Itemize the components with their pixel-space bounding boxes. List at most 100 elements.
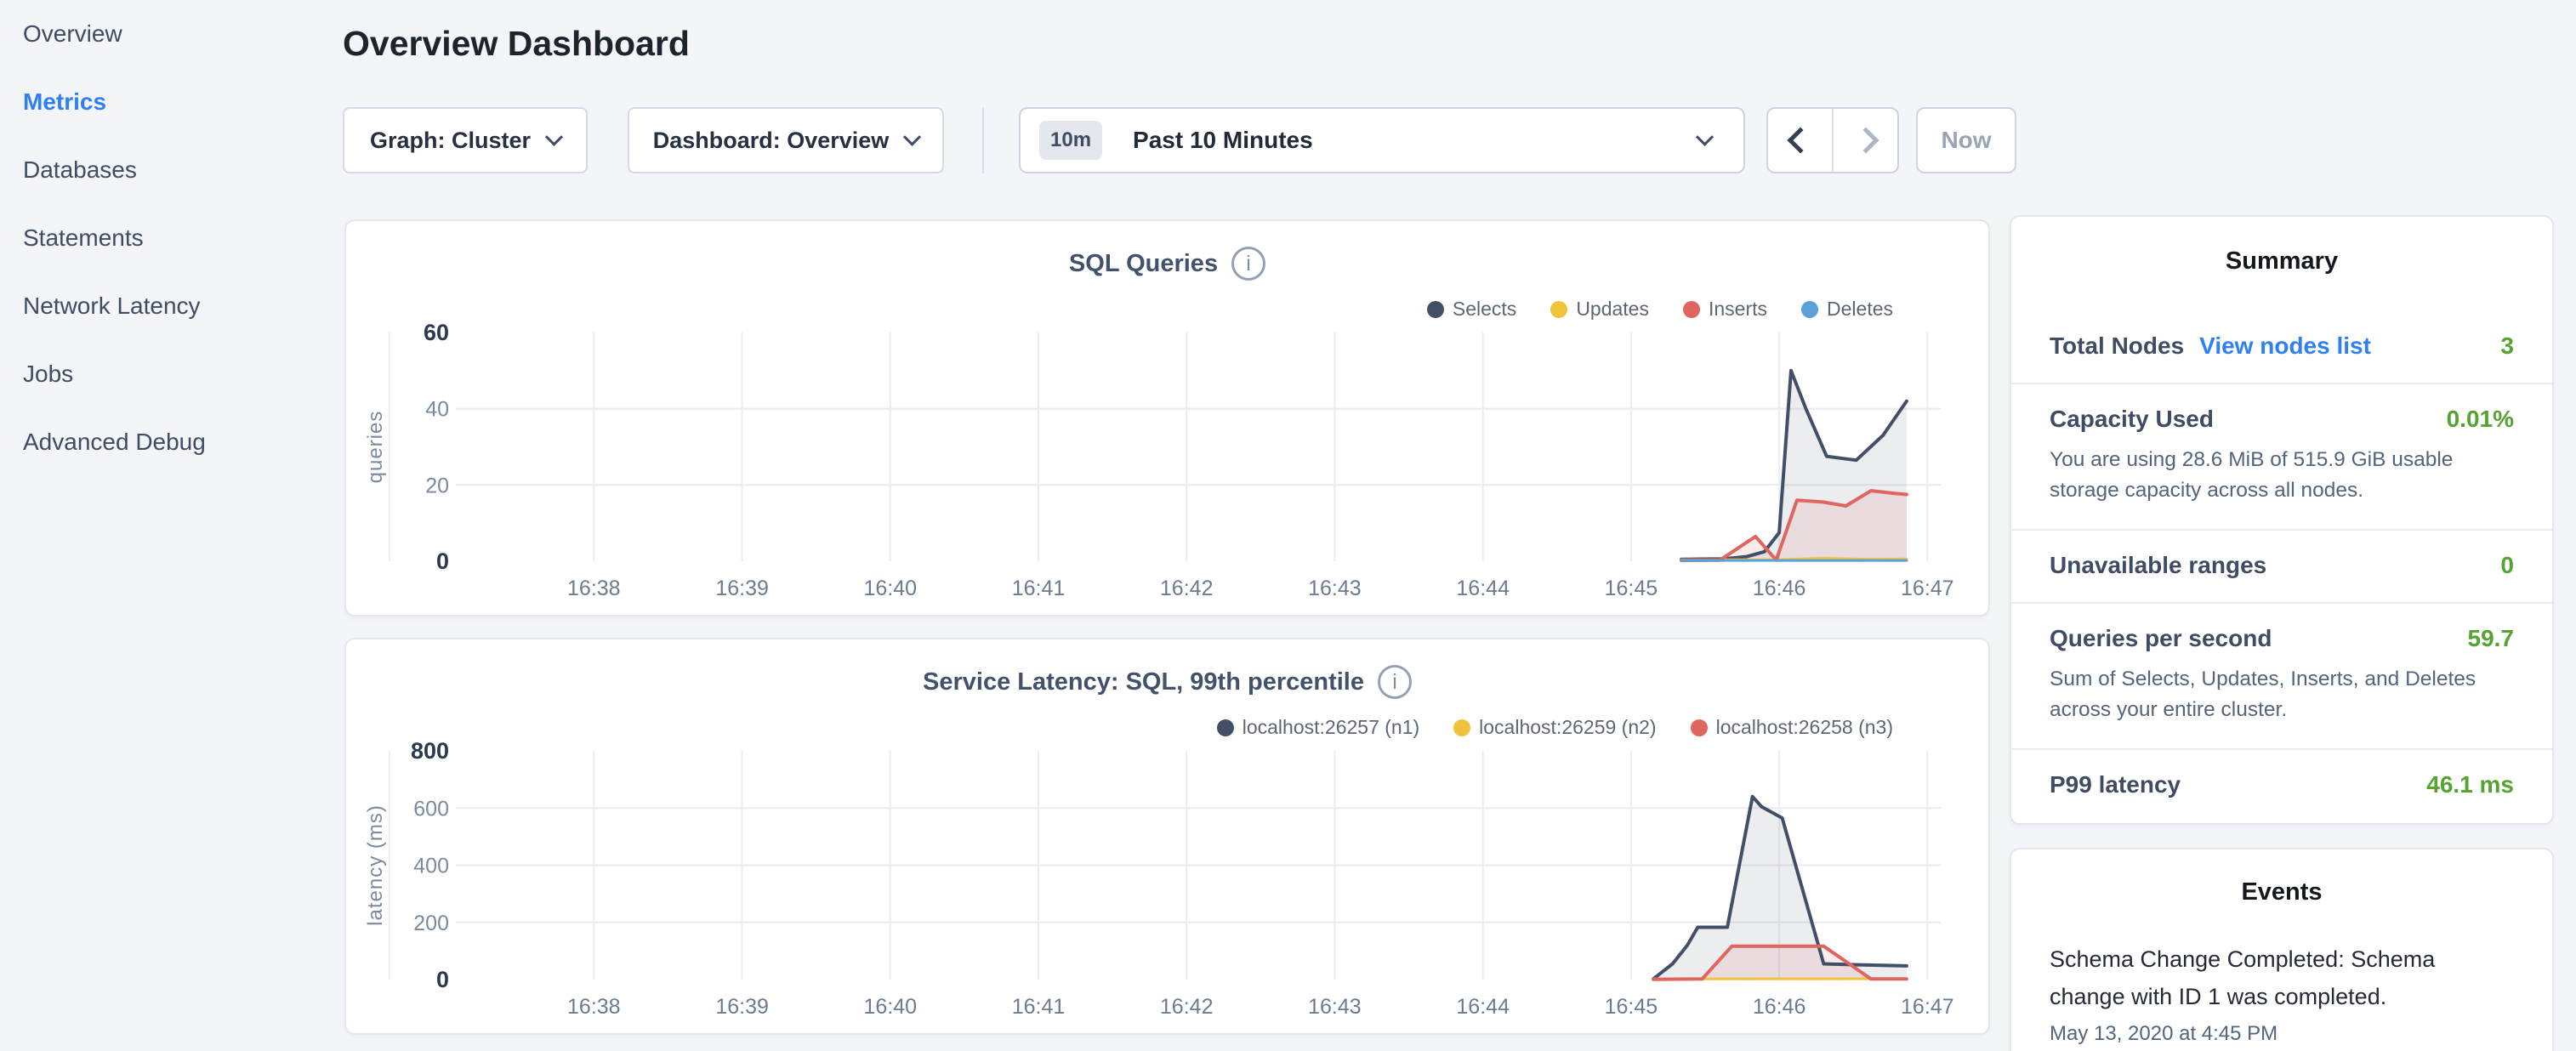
chevron-down-icon xyxy=(903,128,921,145)
svg-text:latency (ms): latency (ms) xyxy=(364,804,387,926)
svg-text:16:39: 16:39 xyxy=(715,995,769,1019)
stat-unavailable-ranges: Unavailable ranges 0 xyxy=(2011,529,2552,602)
legend-label: localhost:26258 (n3) xyxy=(1716,716,1893,739)
legend-label: Inserts xyxy=(1709,298,1767,321)
svg-text:600: 600 xyxy=(413,797,449,821)
svg-text:16:47: 16:47 xyxy=(1901,995,1954,1019)
prev-time-button[interactable] xyxy=(1768,109,1832,172)
stat-value: 46.1 ms xyxy=(2426,771,2514,798)
svg-text:16:46: 16:46 xyxy=(1753,577,1806,600)
legend-label: Updates xyxy=(1576,298,1649,321)
legend-item-selects: Selects xyxy=(1427,298,1516,321)
svg-text:800: 800 xyxy=(411,738,449,764)
dashboard-dropdown-label: Dashboard: Overview xyxy=(653,128,890,154)
legend-item-updates: Updates xyxy=(1550,298,1649,321)
view-nodes-list-link[interactable]: View nodes list xyxy=(2199,332,2371,360)
stat-total-nodes: Total Nodes View nodes list 3 xyxy=(2011,311,2552,383)
svg-text:16:44: 16:44 xyxy=(1456,995,1510,1019)
sidebar-item-advanced-debug[interactable]: Advanced Debug xyxy=(23,408,329,476)
graph-dropdown-label: Graph: Cluster xyxy=(370,128,531,154)
svg-text:16:43: 16:43 xyxy=(1308,995,1362,1019)
svg-text:16:45: 16:45 xyxy=(1605,577,1658,600)
sidebar-item-jobs[interactable]: Jobs xyxy=(23,340,329,408)
svg-text:16:42: 16:42 xyxy=(1160,577,1214,600)
legend-label: localhost:26257 (n1) xyxy=(1243,716,1419,739)
svg-text:16:40: 16:40 xyxy=(864,577,918,600)
legend-dot-icon xyxy=(1550,301,1567,318)
svg-text:16:47: 16:47 xyxy=(1901,577,1954,600)
sidebar-item-statements[interactable]: Statements xyxy=(23,204,329,272)
stat-label: Total Nodes xyxy=(2050,332,2184,360)
stat-capacity-used: Capacity Used 0.01% You are using 28.6 M… xyxy=(2011,383,2552,529)
legend-item-localhost-26259-n2-: localhost:26259 (n2) xyxy=(1453,716,1656,739)
stat-queries-per-second: Queries per second 59.7 Sum of Selects, … xyxy=(2011,602,2552,748)
events-title: Events xyxy=(2011,878,2552,906)
summary-panel: Summary Total Nodes View nodes list 3 Ca… xyxy=(2010,215,2554,825)
stat-value: 0 xyxy=(2500,552,2514,579)
time-range-selector[interactable]: 10m Past 10 Minutes xyxy=(1019,107,1745,173)
chart-legend: Selects Updates Inserts Deletes xyxy=(1427,298,1893,321)
svg-text:400: 400 xyxy=(413,855,449,878)
sidebar-item-databases[interactable]: Databases xyxy=(23,136,329,204)
chart-canvas: 16:38 16:39 16:40 16:41 16:42 16:43 16:44 16:45… xyxy=(346,221,1992,618)
svg-text:16:38: 16:38 xyxy=(567,577,621,600)
stat-label: Capacity Used xyxy=(2050,406,2214,433)
chevron-right-icon xyxy=(1852,127,1879,153)
stat-value: 59.7 xyxy=(2468,625,2515,652)
graph-dropdown[interactable]: Graph: Cluster xyxy=(343,107,588,173)
stat-label: Queries per second xyxy=(2050,625,2272,652)
chart-plot-area: 16:38 16:39 16:40 16:41 16:42 16:43 16:44 16:45… xyxy=(346,639,1988,1033)
legend-item-inserts: Inserts xyxy=(1683,298,1767,321)
svg-text:60: 60 xyxy=(424,320,449,345)
event-item: Schema Change Completed: Schema change w… xyxy=(2011,906,2552,1046)
svg-text:20: 20 xyxy=(425,474,449,497)
dashboard-dropdown[interactable]: Dashboard: Overview xyxy=(628,107,944,173)
legend-dot-icon xyxy=(1427,301,1444,318)
stat-label: P99 latency xyxy=(2050,771,2181,798)
event-message: Schema Change Completed: Schema change w… xyxy=(2050,940,2514,1015)
legend-item-deletes: Deletes xyxy=(1801,298,1893,321)
chart-legend: localhost:26257 (n1) localhost:26259 (n2)… xyxy=(1217,716,1893,739)
stat-description: You are using 28.6 MiB of 515.9 GiB usab… xyxy=(2050,445,2509,506)
sidebar-nav: Overview Metrics Databases Statements Ne… xyxy=(23,0,329,476)
svg-text:200: 200 xyxy=(413,912,449,935)
stat-description: Sum of Selects, Updates, Inserts, and De… xyxy=(2050,664,2509,725)
sql-queries-chart-panel: SQL Queries i 16:3816:3916:4016:4116:421… xyxy=(344,219,1990,616)
legend-dot-icon xyxy=(1801,301,1818,318)
sidebar-item-metrics[interactable]: Metrics xyxy=(23,68,329,136)
stat-p99-latency: P99 latency 46.1 ms xyxy=(2011,748,2552,821)
stat-value: 0.01% xyxy=(2447,406,2514,433)
svg-text:16:40: 16:40 xyxy=(864,995,918,1019)
sidebar-item-network-latency[interactable]: Network Latency xyxy=(23,272,329,340)
controls-divider xyxy=(982,107,984,173)
chart-plot-area: 16:38 16:39 16:40 16:41 16:42 16:43 16:44 16:45… xyxy=(346,221,1988,615)
stat-label: Unavailable ranges xyxy=(2050,552,2266,579)
chevron-down-icon xyxy=(1696,128,1714,145)
svg-text:16:39: 16:39 xyxy=(715,577,769,600)
time-range-badge: 10m xyxy=(1039,121,1102,160)
time-range-label: Past 10 Minutes xyxy=(1133,127,1313,154)
next-time-button[interactable] xyxy=(1832,109,1897,172)
events-panel: Events Schema Change Completed: Schema c… xyxy=(2010,848,2554,1051)
legend-dot-icon xyxy=(1453,719,1470,736)
svg-text:16:42: 16:42 xyxy=(1160,995,1214,1019)
chevron-left-icon xyxy=(1787,127,1813,153)
svg-text:16:38: 16:38 xyxy=(567,995,621,1019)
legend-label: localhost:26259 (n2) xyxy=(1479,716,1656,739)
svg-text:16:46: 16:46 xyxy=(1753,995,1806,1019)
svg-text:0: 0 xyxy=(436,967,449,992)
svg-text:16:41: 16:41 xyxy=(1012,577,1066,600)
svg-text:16:45: 16:45 xyxy=(1605,995,1658,1019)
svg-text:16:44: 16:44 xyxy=(1456,577,1510,600)
svg-text:queries: queries xyxy=(364,411,387,484)
sidebar-item-overview[interactable]: Overview xyxy=(23,0,329,68)
summary-title: Summary xyxy=(2011,247,2552,276)
stat-value: 3 xyxy=(2500,332,2514,360)
legend-label: Deletes xyxy=(1827,298,1893,321)
svg-text:16:43: 16:43 xyxy=(1308,577,1362,600)
svg-text:16:41: 16:41 xyxy=(1012,995,1066,1019)
event-timestamp: May 13, 2020 at 4:45 PM xyxy=(2050,1022,2514,1046)
legend-item-localhost-26258-n3-: localhost:26258 (n3) xyxy=(1691,716,1893,739)
now-button[interactable]: Now xyxy=(1916,107,2016,173)
legend-label: Selects xyxy=(1453,298,1516,321)
